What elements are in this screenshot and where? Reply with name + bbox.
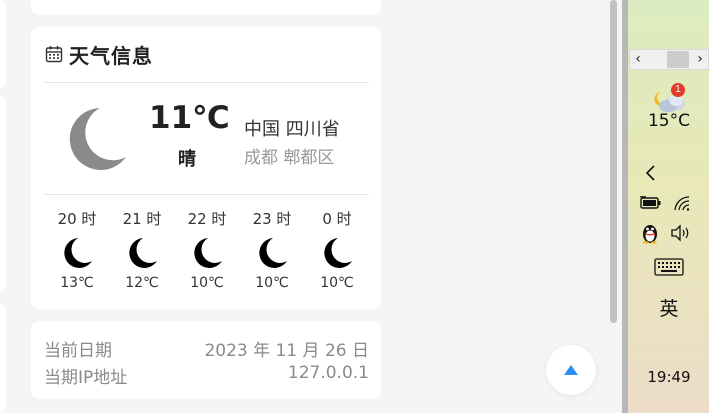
weather-card-header: 天气信息	[45, 41, 153, 68]
hour-temperature: 10℃	[320, 275, 354, 291]
moon-icon	[194, 238, 222, 268]
hour-temperature: 13℃	[60, 275, 94, 291]
hourly-forecast-item: 20 时 13℃	[47, 209, 107, 291]
hour-time: 23 时	[252, 210, 292, 228]
hour-time: 20 时	[57, 210, 97, 228]
hour-temperature: 12℃	[125, 275, 159, 291]
moon-icon	[129, 238, 157, 268]
arrow-up-icon	[564, 365, 578, 375]
moon-icon	[64, 238, 92, 268]
volume-icon[interactable]	[670, 224, 692, 242]
current-temperature: 11℃	[149, 100, 230, 136]
hour-temperature: 10℃	[255, 275, 289, 291]
main-page: 天气信息 11℃ 晴 中国 四川省 成都 郫都区 20 时 13℃ 21 时 1…	[0, 0, 622, 413]
hour-temperature: 10℃	[190, 275, 224, 291]
qq-penguin-icon[interactable]	[641, 222, 659, 244]
taskbar-edge	[622, 0, 628, 413]
left-card-edge	[0, 304, 6, 413]
divider	[44, 194, 369, 195]
hour-time: 21 时	[122, 210, 162, 228]
date-label: 当前日期	[44, 341, 112, 361]
previous-card	[31, 0, 381, 15]
page-scrollbar-thumb[interactable]	[610, 0, 617, 323]
calendar-icon	[45, 46, 63, 63]
keyboard-icon[interactable]	[654, 258, 684, 276]
back-to-top-button[interactable]	[546, 345, 596, 395]
scroll-left-button[interactable]: ‹	[631, 50, 645, 69]
location-city-district: 成都 郫都区	[244, 148, 335, 168]
date-row: 当前日期 2023 年 11 月 26 日	[44, 336, 369, 361]
scroll-right-button[interactable]: ›	[693, 50, 707, 69]
moon-icon	[324, 238, 352, 268]
battery-icon[interactable]	[640, 196, 662, 210]
hourly-forecast-item: 23 时 10℃	[242, 209, 302, 291]
date-value: 2023 年 11 月 26 日	[204, 341, 369, 361]
current-condition: 晴	[178, 149, 196, 170]
weather-card: 天气信息 11℃ 晴 中国 四川省 成都 郫都区 20 时 13℃ 21 时 1…	[31, 27, 381, 309]
ip-label: 当期IP地址	[44, 368, 128, 388]
ip-row: 当期IP地址 127.0.0.1	[44, 363, 369, 388]
scroller-thumb[interactable]	[667, 51, 689, 68]
left-card-edge	[0, 0, 6, 88]
left-card-edge	[0, 97, 6, 292]
ip-value: 127.0.0.1	[287, 363, 369, 383]
moon-icon	[69, 108, 126, 170]
input-language-indicator[interactable]: 英	[630, 294, 708, 321]
chevron-left-icon[interactable]	[644, 164, 658, 182]
weather-notification-badge: 1	[671, 83, 685, 97]
hourly-forecast-item: 21 时 12℃	[112, 209, 172, 291]
weather-card-title: 天气信息	[69, 43, 153, 68]
moon-icon	[259, 238, 287, 268]
hour-time: 22 时	[187, 210, 227, 228]
system-info-card: 当前日期 2023 年 11 月 26 日 当期IP地址 127.0.0.1	[31, 321, 381, 399]
clock[interactable]: 19:49	[630, 368, 708, 386]
hourly-forecast-item: 22 时 10℃	[177, 209, 237, 291]
location-country-province: 中国 四川省	[244, 119, 340, 140]
hour-time: 0 时	[322, 210, 352, 228]
wifi-icon[interactable]	[673, 195, 691, 211]
tray-temperature[interactable]: 15°C	[630, 111, 708, 131]
divider	[44, 82, 369, 83]
hourly-forecast-item: 0 时 10℃	[307, 209, 367, 291]
taskbar-scroller[interactable]: ‹ ›	[629, 49, 709, 70]
